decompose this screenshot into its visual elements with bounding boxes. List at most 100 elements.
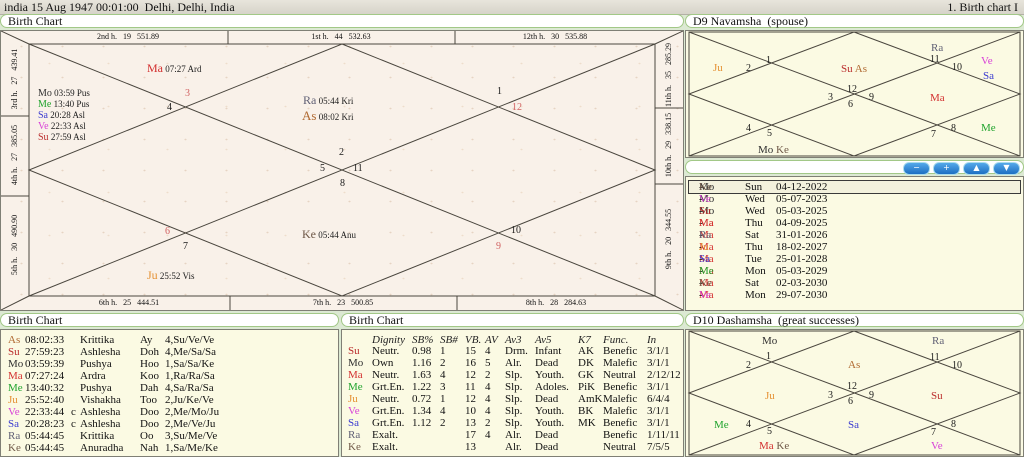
dasha-row[interactable]: Mo-SuWed05-03-2025 xyxy=(689,205,1020,217)
house-strip-label: 10th h. 29 338.15 xyxy=(665,113,673,177)
dasha-row[interactable]: Ma-VeMon29-07-2030 xyxy=(689,289,1020,301)
dasha-weekday: Wed xyxy=(745,205,765,217)
planet-strengths-table: DignitySB%SB#VB.AVAv3Av5K7Func.InSuNeutr… xyxy=(341,329,684,457)
house-strip-label: 4th h. 27 385.05 xyxy=(11,125,19,185)
house-strip-label: 9th h. 20 344.55 xyxy=(665,209,673,269)
house-number: 11 xyxy=(353,164,363,174)
dasha-weekday: Mon xyxy=(745,265,766,277)
chart-datetime-location: india 15 Aug 1947 00:01:00 Delhi, Delhi,… xyxy=(4,0,235,14)
planet-label: Ju 25:52 Vis xyxy=(147,269,194,282)
house-number: 3 xyxy=(828,391,833,401)
house-number: 9 xyxy=(496,242,501,252)
planet-label: Ra 05:44 Kri xyxy=(303,94,353,107)
house-strip-label: 5th h. 30 490.90 xyxy=(11,215,19,275)
house-number: 6 xyxy=(165,227,170,237)
d10-panel-title: D10 Dashamsha (great successes) xyxy=(685,313,1024,327)
house-number: 12 xyxy=(847,85,857,95)
planet-label: Ma Ke xyxy=(759,439,789,452)
planet-label: Ve xyxy=(931,439,943,452)
positions-row: Ma07:27:24ArdraKoo1,Ra/Ra/Sa xyxy=(1,370,338,382)
dasha-weekday: Thu xyxy=(745,241,763,253)
strengths-row: MaNeutr.1.634122Slp.Youth.GKNeutral2/12/… xyxy=(342,369,683,381)
positions-row: Ra05:44:45KrittikaOo3,Su/Me/Ve xyxy=(1,430,338,442)
house-number: 3 xyxy=(185,89,190,99)
house-number: 11 xyxy=(930,55,940,65)
birth-chart-north-indian: 2nd h. 19 551.891st h. 44 532.6312th h. … xyxy=(0,30,684,311)
house-number: 1 xyxy=(497,87,502,97)
dasha-start-date: 02-03-2030 xyxy=(776,277,827,289)
dasha-start-date: 04-12-2022 xyxy=(776,181,827,193)
vimshottari-panel: Vimshottari − + ▲ ▼ Mo-KeSun04-12-2022Mo… xyxy=(685,160,1024,311)
dasha-row[interactable]: Ma-MeMon05-03-2029 xyxy=(689,265,1020,277)
house-number: 1 xyxy=(766,352,771,362)
d10-chart: MoAsRaJuSuMeSaMa KeVe121110123964578 xyxy=(685,329,1024,457)
planet-label: Su 27:59 Asl xyxy=(38,130,86,143)
house-number: 5 xyxy=(320,164,325,174)
d9-panel-title: D9 Navamsha (spouse) xyxy=(685,14,1024,28)
chart-grid xyxy=(1,31,683,310)
dasha-start-date: 29-07-2030 xyxy=(776,289,827,301)
positions-panel-title: Birth Chart xyxy=(0,313,339,327)
house-number: 7 xyxy=(931,130,936,140)
planet-label: Sa xyxy=(848,418,859,431)
house-number: 2 xyxy=(746,361,751,371)
house-strip-label: 3rd h. 27 439.41 xyxy=(11,49,19,110)
dasha-weekday: Sat xyxy=(745,277,759,289)
strengths-row: VeGrt.En.1.344104Slp.Youth.BKMalefic3/1/… xyxy=(342,405,683,417)
dasha-start-date: 05-03-2025 xyxy=(776,205,827,217)
positions-row: Mo03:59:39PushyaHoo1,Sa/Sa/Ke xyxy=(1,358,338,370)
dasha-row[interactable]: Ma-RaSat31-01-2026 xyxy=(689,229,1020,241)
planet-label: Me xyxy=(981,121,996,134)
dasha-weekday: Mon xyxy=(745,289,766,301)
d10-dashamsha-panel: D10 Dashamsha (great successes) MoAsRaJu… xyxy=(685,313,1024,457)
strengths-row: RaExalt.174Alr.DeadBenefic1/11/11 xyxy=(342,429,683,441)
dasha-row[interactable]: Ma-JuThu18-02-2027 xyxy=(689,241,1020,253)
dasha-row[interactable]: Ma-MaThu04-09-2025 xyxy=(689,217,1020,229)
house-number: 6 xyxy=(848,100,853,110)
dasha-weekday: Wed xyxy=(745,193,765,205)
house-strip-label: 7th h. 23 500.85 xyxy=(313,299,373,307)
house-number: 5 xyxy=(767,427,772,437)
planet-label: As xyxy=(848,358,860,371)
planet-label: Ma xyxy=(930,91,945,104)
positions-row: As08:02:33KrittikaAy4,Su/Ve/Ve xyxy=(1,334,338,346)
dasha-down-button[interactable]: ▼ xyxy=(993,162,1020,175)
dasha-start-date: 18-02-2027 xyxy=(776,241,827,253)
strengths-row: JuNeutr.0.721124Slp.DeadAmKMalefic6/4/4 xyxy=(342,393,683,405)
dasha-row[interactable]: Ma-SaTue25-01-2028 xyxy=(689,253,1020,265)
dasha-up-button[interactable]: ▲ xyxy=(963,162,990,175)
planet-label: Ve xyxy=(981,54,993,67)
strengths-table-panel: Birth Chart DignitySB%SB#VB.AVAv3Av5K7Fu… xyxy=(341,313,684,457)
positions-table-panel: Birth Chart As08:02:33KrittikaAy4,Su/Ve/… xyxy=(0,313,339,457)
planet-label: Ke 05:44 Anu xyxy=(302,228,356,241)
house-strip-label: 11th h. 35 285.29 xyxy=(665,43,673,107)
d9-navamsha-panel: D9 Navamsha (spouse) JuSu AsRaVeSaMaMo K… xyxy=(685,14,1024,158)
house-strip-label: 2nd h. 19 551.89 xyxy=(97,33,159,41)
dasha-plus-button[interactable]: + xyxy=(933,162,960,175)
vimshottari-panel-title: Vimshottari − + ▲ ▼ xyxy=(685,160,1024,174)
dasha-weekday: Sat xyxy=(745,229,759,241)
house-number: 4 xyxy=(746,124,751,134)
strengths-panel-title: Birth Chart xyxy=(341,313,684,327)
birth-chart-panel-title: Birth Chart xyxy=(0,14,684,28)
chart-selector-label: 1. Birth chart I xyxy=(947,0,1018,14)
house-number: 8 xyxy=(340,179,345,189)
dasha-row[interactable]: Mo-VeWed05-07-2023 xyxy=(689,193,1020,205)
dasha-weekday: Thu xyxy=(745,217,763,229)
planet-label: Ra xyxy=(931,41,943,54)
planet-label: As 08:02 Kri xyxy=(302,110,353,123)
house-number: 5 xyxy=(767,129,772,139)
dasha-start-date: 25-01-2028 xyxy=(776,253,827,265)
planet-label: Su xyxy=(931,389,943,402)
house-number: 8 xyxy=(951,124,956,134)
planet-label: Ju xyxy=(713,61,723,74)
strengths-row: KeExalt.13Alr.DeadNeutral7/5/5 xyxy=(342,441,683,453)
positions-row: Me13:40:32PushyaDah4,Sa/Ra/Sa xyxy=(1,382,338,394)
dasha-minus-button[interactable]: − xyxy=(903,162,930,175)
positions-row: Su27:59:23AshleshaDoh4,Me/Sa/Sa xyxy=(1,346,338,358)
house-number: 2 xyxy=(746,64,751,74)
house-number: 9 xyxy=(869,391,874,401)
dasha-row[interactable]: Ma-KeSat02-03-2030 xyxy=(689,277,1020,289)
dasha-row[interactable]: Mo-KeSun04-12-2022 xyxy=(689,181,1020,193)
house-number: 10 xyxy=(511,226,521,236)
